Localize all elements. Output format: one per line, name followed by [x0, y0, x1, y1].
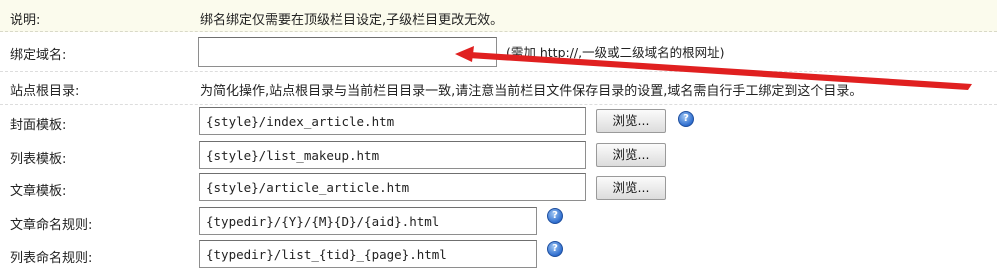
list-template-browse-button[interactable]: 浏览...	[596, 143, 666, 167]
help-icon[interactable]: ?	[547, 208, 563, 224]
help-icon[interactable]: ?	[547, 241, 563, 257]
note-row: 说明: 绑名绑定仅需要在顶级栏目设定,子级栏目更改无效。	[0, 0, 997, 32]
cover-template-browse-button[interactable]: 浏览...	[596, 109, 666, 133]
help-icon[interactable]: ?	[678, 111, 694, 127]
cover-template-input[interactable]: {style}/index_article.htm	[199, 107, 586, 135]
root-row: 站点根目录: 为简化操作,站点根目录与当前栏目目录一致,请注意当前栏目文件保存目…	[0, 72, 997, 105]
list-naming-rule-input[interactable]: {typedir}/list_{tid}_{page}.html	[199, 240, 537, 268]
domain-label: 绑定域名:	[10, 48, 67, 63]
domain-row: 绑定域名:	[0, 32, 997, 72]
article-template-browse-button[interactable]: 浏览...	[596, 176, 666, 200]
article-template-input[interactable]: {style}/article_article.htm	[199, 173, 586, 201]
note-text: 绑名绑定仅需要在顶级栏目设定,子级栏目更改无效。	[200, 13, 504, 28]
article-naming-rule-input[interactable]: {typedir}/{Y}/{M}{D}/{aid}.html	[199, 207, 537, 235]
article-template-label: 文章模板:	[10, 184, 67, 199]
domain-hint: (需加 http://,一级或二级域名的根网址)	[506, 45, 725, 60]
root-label: 站点根目录:	[10, 84, 80, 99]
cover-template-label: 封面模板:	[10, 118, 67, 133]
domain-input[interactable]	[198, 37, 497, 67]
list-template-input[interactable]: {style}/list_makeup.htm	[199, 141, 586, 169]
article-naming-rule-label: 文章命名规则:	[10, 218, 93, 233]
root-text: 为简化操作,站点根目录与当前栏目目录一致,请注意当前栏目文件保存目录的设置,域名…	[200, 84, 863, 99]
list-template-label: 列表模板:	[10, 152, 67, 167]
note-label: 说明:	[10, 13, 41, 28]
list-naming-rule-label: 列表命名规则:	[10, 251, 93, 266]
